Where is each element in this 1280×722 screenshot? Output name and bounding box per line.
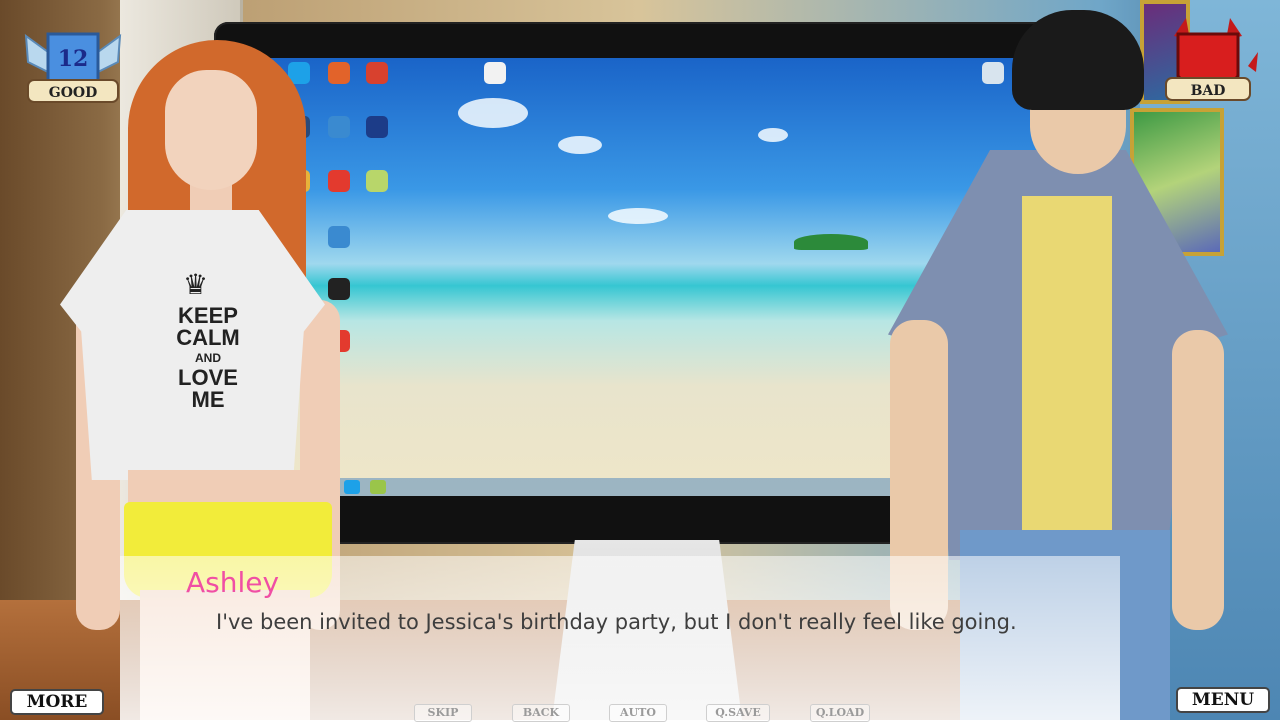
firefox-icon[interactable] xyxy=(328,62,350,84)
google-icon[interactable] xyxy=(328,116,350,138)
shirt-line: AND xyxy=(195,351,221,365)
guy-hair xyxy=(1012,10,1144,110)
good-score-badge: 12 GOOD xyxy=(24,32,122,103)
recycle-bin-icon[interactable] xyxy=(982,62,1004,84)
wing-left-icon xyxy=(24,33,49,74)
more-button[interactable]: MORE xyxy=(10,689,104,715)
back-button[interactable]: BACK xyxy=(512,704,570,722)
bad-label: BAD xyxy=(1191,83,1226,99)
quick-load-button[interactable]: Q.LOAD xyxy=(810,704,870,722)
bad-score-badge: BAD xyxy=(1165,18,1258,101)
cloud xyxy=(608,208,668,224)
island xyxy=(794,234,868,250)
crown-icon: ♛ xyxy=(183,268,209,301)
cloud xyxy=(458,98,528,128)
app-icon[interactable] xyxy=(328,226,350,248)
dialog-text: I've been invited to Jessica's birthday … xyxy=(216,610,1017,634)
folder-icon[interactable] xyxy=(328,278,350,300)
devil-tail-icon xyxy=(1248,52,1258,72)
shirt-line: CALM xyxy=(176,325,240,350)
auto-button[interactable]: AUTO xyxy=(609,704,667,722)
menu-button[interactable]: MENU xyxy=(1176,687,1270,713)
cloud xyxy=(758,128,788,142)
chrome-icon[interactable] xyxy=(328,170,350,192)
document-icon[interactable] xyxy=(484,62,506,84)
shirt-print: KEEP CALM AND LOVE ME xyxy=(156,305,260,411)
shirt-line: ME xyxy=(191,387,225,412)
skip-button[interactable]: SKIP xyxy=(414,704,472,722)
guy-tshirt xyxy=(1022,196,1112,534)
shirt-line: LOVE xyxy=(178,365,238,390)
wing-right-icon xyxy=(97,33,122,74)
skype-taskbar-icon[interactable] xyxy=(344,480,360,494)
contacts-icon[interactable] xyxy=(366,170,388,192)
app-icon[interactable] xyxy=(366,116,388,138)
guy-right-arm xyxy=(1172,330,1224,630)
good-label: GOOD xyxy=(49,85,98,101)
contacts-taskbar-icon[interactable] xyxy=(370,480,386,494)
hbc-icon[interactable] xyxy=(366,62,388,84)
speaker-name: Ashley xyxy=(186,566,280,599)
quick-save-button[interactable]: Q.SAVE xyxy=(706,704,770,722)
good-score-value: 12 xyxy=(58,46,89,72)
cloud xyxy=(558,136,602,154)
shirt-line: KEEP xyxy=(178,303,238,328)
ashley-face xyxy=(165,70,257,190)
